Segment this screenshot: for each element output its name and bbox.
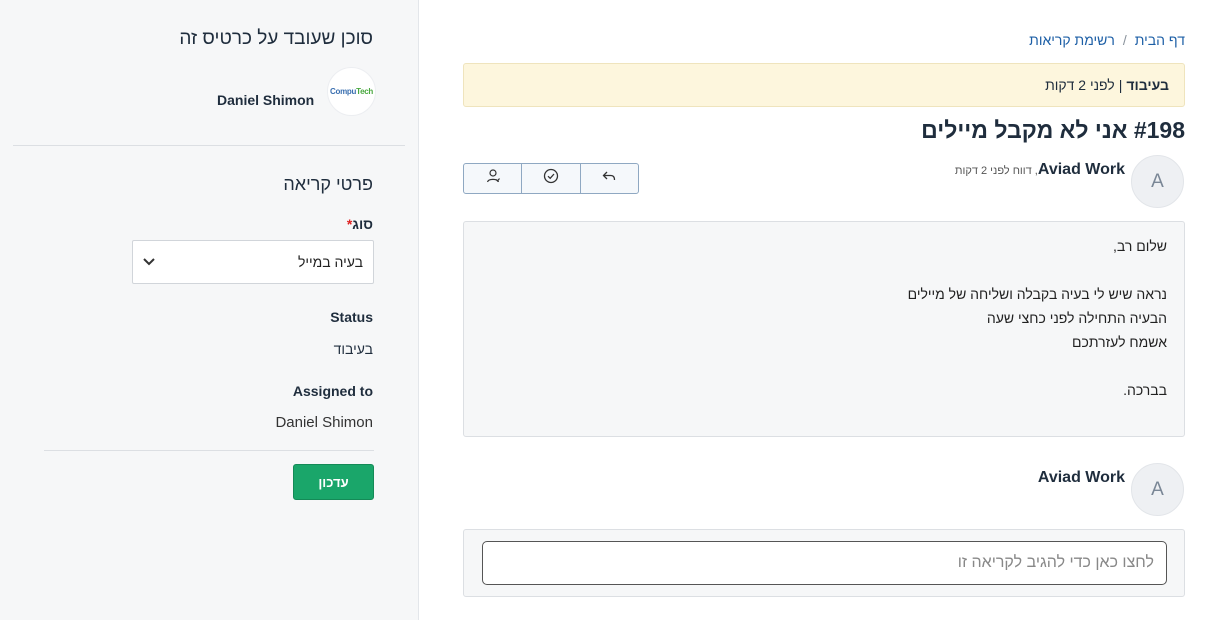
check-circle-icon: [543, 168, 559, 189]
message-actions: [463, 163, 639, 194]
app-root: סוכן שעובד על כרטיס זה CompuTech Daniel …: [0, 0, 1227, 620]
status-value: בעיבוד: [333, 341, 373, 357]
status-label: Status: [330, 309, 373, 325]
agent-logo-text: CompuTech: [330, 87, 373, 96]
message-line: אשמח לעזרתכם: [1072, 334, 1167, 350]
assigned-label: Assigned to: [292, 383, 373, 399]
chevron-down-icon: [143, 255, 155, 269]
message-author: Aviad Work: [1037, 161, 1125, 178]
divider: [44, 450, 374, 451]
ticket-sidebar: סוכן שעובד על כרטיס זה CompuTech Daniel …: [0, 0, 419, 620]
resolve-button[interactable]: [522, 164, 581, 193]
message-line: הבעיה התחילה לפני כחצי שעה: [986, 310, 1167, 326]
type-label: סוג*: [346, 216, 373, 232]
assigned-value: Daniel Shimon: [275, 414, 373, 431]
ticket-details-title: פרטי קריאה: [283, 174, 373, 194]
update-button[interactable]: עדכון: [293, 464, 374, 500]
reply-box: לחצו כאן כדי להגיב לקריאה זו: [463, 529, 1185, 597]
status-banner-time: לפני 2 דקות: [1045, 77, 1115, 93]
message-line: [481, 258, 1167, 282]
message-author-line: Aviad Work, דווח לפני 2 דקות: [955, 161, 1125, 179]
message-meta: , דווח לפני 2 דקות: [954, 165, 1038, 177]
status-banner: בעיבוד | לפני 2 דקות: [463, 63, 1185, 107]
breadcrumb: דף הבית / רשימת קריאות: [1029, 32, 1185, 48]
user-assign-icon: [485, 168, 501, 189]
message-body: שלום רב, נראה שיש לי בעיה בקבלה ושליחה ש…: [463, 221, 1185, 437]
reply-button[interactable]: [581, 164, 638, 193]
message-line: נראה שיש לי בעיה בקבלה ושליחה של מיילים: [907, 286, 1167, 302]
avatar: A: [1131, 155, 1184, 208]
breadcrumb-ticket-list[interactable]: רשימת קריאות: [1029, 32, 1115, 48]
message-line: [481, 354, 1167, 378]
agent-logo: CompuTech: [327, 67, 376, 116]
reply-author-line: Aviad Work: [1038, 469, 1125, 487]
reply-arrow-icon: [601, 168, 617, 189]
reply-input[interactable]: לחצו כאן כדי להגיב לקריאה זו: [482, 541, 1167, 585]
type-select[interactable]: בעיה במייל: [132, 240, 374, 284]
message-line: בברכה.: [1123, 382, 1167, 398]
breadcrumb-separator: /: [1122, 32, 1127, 48]
divider: [13, 145, 405, 146]
assign-button[interactable]: [464, 164, 523, 193]
agent-section-title: סוכן שעובד על כרטיס זה: [179, 28, 373, 49]
ticket-title: #198 אני לא מקבל מיילים: [921, 117, 1185, 143]
agent-name: Daniel Shimon: [217, 92, 315, 108]
reply-author: Aviad Work: [1037, 469, 1125, 486]
avatar: A: [1131, 463, 1184, 516]
type-select-value: בעיה במייל: [297, 254, 363, 270]
status-banner-status: בעיבוד: [1126, 77, 1169, 93]
message-line: שלום רב,: [1113, 238, 1167, 254]
status-banner-separator: |: [1118, 77, 1123, 93]
breadcrumb-home[interactable]: דף הבית: [1135, 32, 1185, 48]
